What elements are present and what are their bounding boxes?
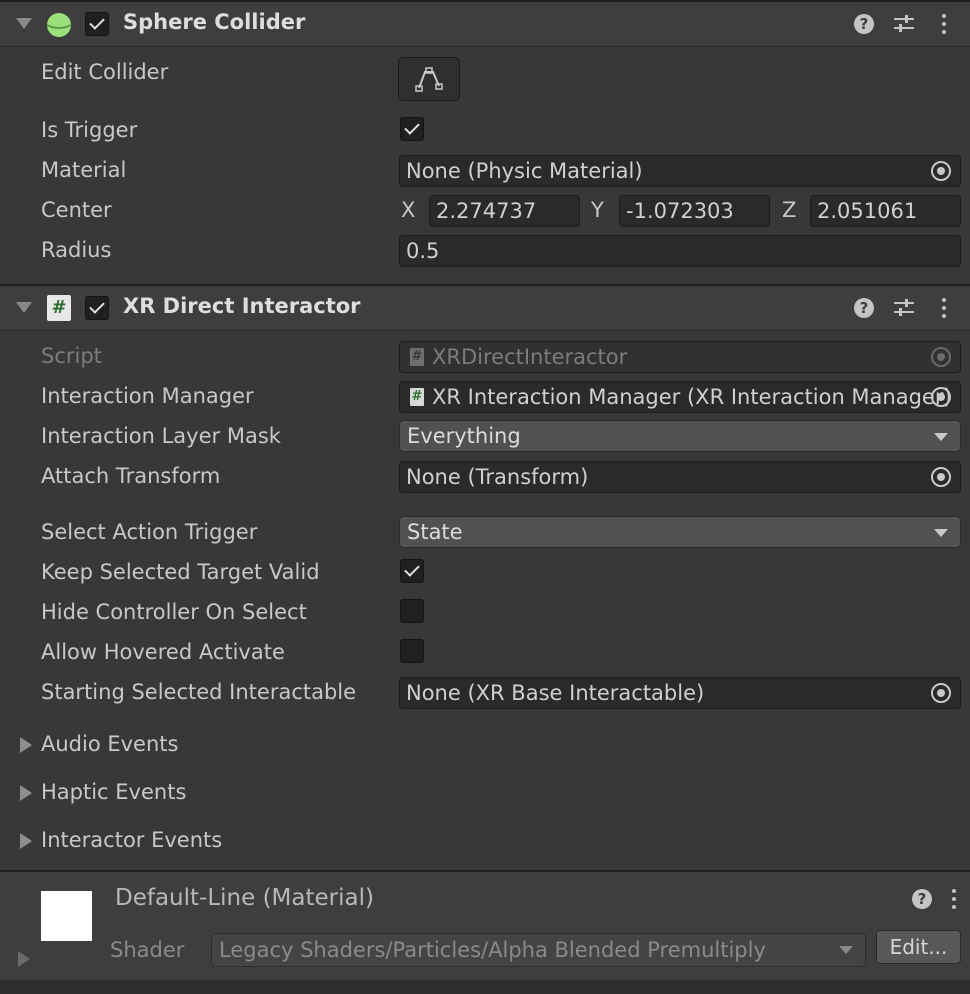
attach-transform-field[interactable]: None (Transform) (399, 461, 961, 493)
object-picker-icon[interactable] (931, 161, 951, 181)
context-menu-icon[interactable] (942, 14, 946, 34)
chevron-down-icon (839, 946, 853, 954)
center-z-field[interactable]: 2.051061 (810, 195, 961, 227)
attach-transform-label: Attach Transform (41, 464, 221, 488)
separator (0, 330, 970, 331)
material-label: Material (41, 158, 127, 182)
starting-selected-interactable-label: Starting Selected Interactable (41, 680, 357, 704)
chevron-down-icon (934, 433, 948, 441)
center-label: Center (41, 198, 112, 222)
xr-direct-interactor-header[interactable]: # XR Direct Interactor ? (0, 286, 970, 330)
shader-label: Shader (110, 938, 185, 962)
foldout-expanded-icon[interactable] (16, 302, 32, 313)
script-icon: # (410, 348, 424, 366)
keep-selected-target-valid-label: Keep Selected Target Valid (41, 560, 320, 584)
center-z-label[interactable]: Z (782, 198, 796, 222)
radius-field[interactable]: 0.5 (399, 235, 961, 267)
starting-selected-interactable-field[interactable]: None (XR Base Interactable) (399, 677, 961, 709)
foldout-collapsed-icon[interactable] (20, 785, 32, 801)
interaction-layer-mask-dropdown[interactable]: Everything (399, 420, 961, 452)
hide-controller-on-select-label: Hide Controller On Select (41, 600, 307, 624)
interaction-layer-mask-value: Everything (407, 424, 521, 448)
shader-dropdown[interactable]: Legacy Shaders/Particles/Alpha Blended P… (211, 933, 866, 967)
allow-hovered-activate-checkbox[interactable] (400, 639, 424, 663)
foldout-collapsed-icon[interactable] (20, 833, 32, 849)
hide-controller-on-select-checkbox[interactable] (400, 599, 424, 623)
center-x-field[interactable]: 2.274737 (429, 195, 580, 227)
object-picker-icon[interactable] (931, 467, 951, 487)
haptic-events-foldout[interactable]: Haptic Events (41, 780, 186, 804)
edit-collider-button[interactable] (398, 57, 460, 101)
separator (0, 46, 970, 47)
script-icon: # (410, 388, 424, 406)
select-action-trigger-dropdown[interactable]: State (399, 516, 961, 548)
presets-icon[interactable] (893, 298, 915, 318)
center-y-field[interactable]: -1.072303 (619, 195, 770, 227)
interaction-manager-label: Interaction Manager (41, 384, 254, 408)
center-y-label[interactable]: Y (591, 198, 604, 222)
xr-direct-interactor-enabled-checkbox[interactable] (85, 296, 109, 320)
help-icon[interactable]: ? (854, 298, 874, 318)
material-preview-swatch[interactable] (41, 891, 92, 941)
edit-collider-label: Edit Collider (41, 60, 169, 84)
foldout-collapsed-icon[interactable] (20, 737, 32, 753)
context-menu-icon[interactable] (942, 298, 946, 318)
interaction-manager-value: XR Interaction Manager (XR Interaction M… (432, 385, 952, 409)
script-file-icon: # (47, 295, 71, 321)
is-trigger-label: Is Trigger (41, 118, 138, 142)
allow-hovered-activate-label: Allow Hovered Activate (41, 640, 285, 664)
script-field: XRDirectInteractor (399, 341, 961, 373)
material-header[interactable]: Default-Line (Material) ? Shader Legacy … (0, 872, 970, 980)
interaction-manager-field[interactable]: XR Interaction Manager (XR Interaction M… (399, 381, 961, 413)
shader-value: Legacy Shaders/Particles/Alpha Blended P… (219, 938, 766, 962)
context-menu-icon[interactable] (952, 889, 956, 909)
object-picker-icon[interactable] (931, 387, 951, 407)
presets-icon[interactable] (893, 14, 915, 34)
material-value: None (Physic Material) (406, 159, 643, 183)
component-title: Sphere Collider (123, 10, 306, 34)
help-icon[interactable]: ? (854, 14, 874, 34)
radius-label: Radius (41, 238, 112, 262)
interactor-events-foldout[interactable]: Interactor Events (41, 828, 222, 852)
sphere-collider-header[interactable]: Sphere Collider ? (0, 2, 970, 46)
help-icon[interactable]: ? (912, 889, 932, 909)
object-picker-icon (931, 347, 951, 367)
sphere-collider-enabled-checkbox[interactable] (85, 12, 109, 36)
object-picker-icon[interactable] (931, 683, 951, 703)
attach-transform-value: None (Transform) (406, 465, 589, 489)
select-action-trigger-value: State (407, 520, 463, 544)
center-x-label[interactable]: X (401, 198, 415, 222)
sphere-collider-icon (46, 13, 72, 37)
audio-events-foldout[interactable]: Audio Events (41, 732, 178, 756)
script-value: XRDirectInteractor (432, 345, 628, 369)
material-field[interactable]: None (Physic Material) (399, 155, 961, 187)
shader-edit-button[interactable]: Edit... (876, 930, 961, 964)
starting-selected-interactable-value: None (XR Base Interactable) (406, 681, 705, 705)
component-title: XR Direct Interactor (123, 294, 361, 318)
edit-collider-icon (415, 67, 443, 92)
foldout-collapsed-icon[interactable] (18, 951, 30, 967)
select-action-trigger-label: Select Action Trigger (41, 520, 258, 544)
interaction-layer-mask-label: Interaction Layer Mask (41, 424, 281, 448)
keep-selected-target-valid-checkbox[interactable] (400, 559, 424, 583)
material-title: Default-Line (Material) (115, 885, 374, 911)
separator (0, 980, 970, 994)
is-trigger-checkbox[interactable] (400, 117, 424, 141)
foldout-expanded-icon[interactable] (16, 18, 32, 29)
chevron-down-icon (934, 529, 948, 537)
script-label: Script (41, 344, 102, 368)
